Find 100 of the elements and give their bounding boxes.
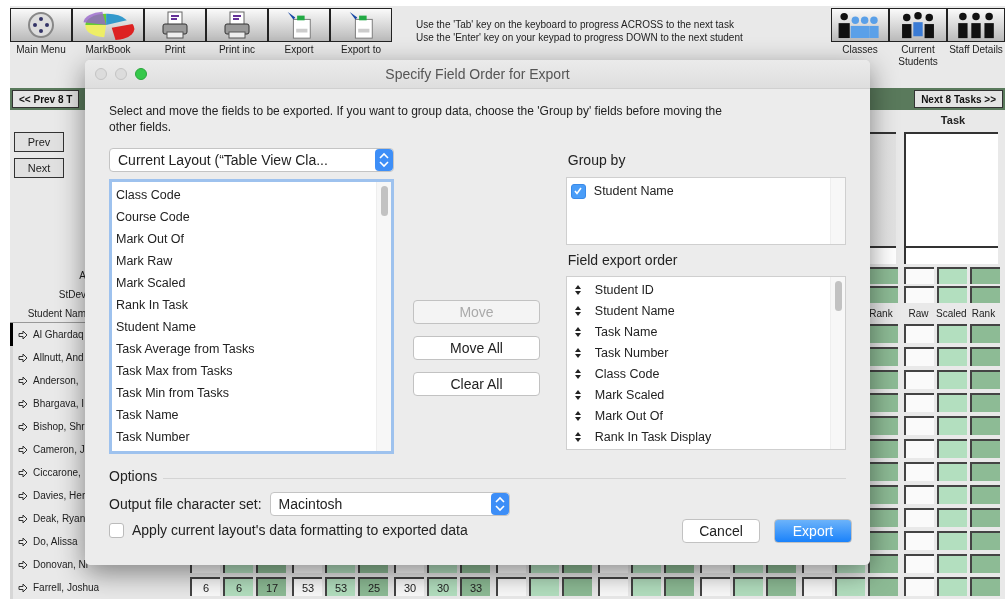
mark-cell[interactable] bbox=[970, 531, 1000, 550]
mark-cell[interactable]: 30 bbox=[394, 577, 424, 596]
reorder-handle-icon[interactable] bbox=[574, 305, 581, 316]
mark-cell[interactable] bbox=[529, 577, 559, 596]
field-list-item[interactable]: Mark Raw bbox=[116, 250, 373, 272]
mark-cell[interactable] bbox=[868, 531, 898, 550]
field-list-item[interactable]: Class Code bbox=[116, 184, 373, 206]
move-button[interactable]: Clear All bbox=[413, 372, 540, 396]
field-list-item[interactable]: Task Min from Tasks bbox=[116, 382, 373, 404]
mark-cell[interactable] bbox=[562, 577, 592, 596]
mark-cell[interactable] bbox=[970, 554, 1000, 573]
mark-cell[interactable] bbox=[937, 462, 967, 481]
mark-cell[interactable] bbox=[904, 577, 934, 596]
nav-button[interactable]: Next bbox=[14, 158, 64, 178]
mark-cell[interactable] bbox=[970, 324, 1000, 343]
toolbar-button[interactable] bbox=[206, 8, 268, 42]
mark-cell[interactable] bbox=[631, 577, 661, 596]
mark-cell[interactable] bbox=[868, 462, 898, 481]
mark-cell[interactable] bbox=[835, 577, 865, 596]
move-button[interactable]: Move All bbox=[413, 336, 540, 360]
mark-cell[interactable] bbox=[868, 370, 898, 389]
mark-cell[interactable] bbox=[937, 531, 967, 550]
mark-cell[interactable] bbox=[937, 554, 967, 573]
toolbar-button[interactable] bbox=[144, 8, 206, 42]
toolbar-button[interactable] bbox=[72, 8, 144, 42]
mark-cell[interactable] bbox=[937, 324, 967, 343]
mark-cell[interactable] bbox=[937, 347, 967, 366]
mark-cell[interactable] bbox=[904, 485, 934, 504]
mark-cell[interactable] bbox=[970, 577, 1000, 596]
mark-cell[interactable] bbox=[970, 439, 1000, 458]
mark-cell[interactable] bbox=[868, 508, 898, 527]
reorder-handle-icon[interactable] bbox=[574, 284, 581, 295]
field-list-item[interactable]: Course Code bbox=[116, 206, 373, 228]
export-field-item[interactable]: Mark Scaled bbox=[594, 387, 665, 402]
mark-cell[interactable]: 53 bbox=[325, 577, 355, 596]
field-list-item[interactable]: Task Name bbox=[116, 404, 373, 426]
field-list-item[interactable]: Mark Scaled bbox=[116, 272, 373, 294]
toolbar-button[interactable] bbox=[330, 8, 392, 42]
mark-cell[interactable] bbox=[868, 347, 898, 366]
mark-cell[interactable] bbox=[733, 577, 763, 596]
mark-cell[interactable] bbox=[970, 370, 1000, 389]
toolbar-button[interactable] bbox=[268, 8, 330, 42]
mark-cell[interactable]: 17 bbox=[256, 577, 286, 596]
mark-cell[interactable] bbox=[904, 393, 934, 412]
mark-cell[interactable] bbox=[868, 554, 898, 573]
task-sub-box[interactable] bbox=[904, 246, 998, 264]
mark-cell[interactable] bbox=[904, 462, 934, 481]
toolbar-button[interactable] bbox=[831, 8, 889, 42]
mark-cell[interactable] bbox=[664, 577, 694, 596]
mark-cell[interactable] bbox=[904, 554, 934, 573]
reorder-handle-icon[interactable] bbox=[574, 410, 581, 421]
mark-cell[interactable] bbox=[868, 577, 898, 596]
student-name[interactable]: Anderson, bbox=[33, 375, 79, 386]
reorder-handle-icon[interactable] bbox=[574, 326, 581, 337]
mark-cell[interactable] bbox=[766, 577, 796, 596]
export-field-item[interactable]: Class Code bbox=[594, 366, 660, 381]
student-name[interactable]: Al Ghardaq bbox=[33, 329, 84, 340]
mark-cell[interactable] bbox=[937, 577, 967, 596]
student-name[interactable]: Do, Alissa bbox=[33, 536, 78, 547]
mark-cell[interactable]: 6 bbox=[223, 577, 253, 596]
field-list-item[interactable]: Rank In Task bbox=[116, 294, 373, 316]
field-list-item[interactable]: Task Max from Tasks bbox=[116, 360, 373, 382]
mark-cell[interactable] bbox=[970, 508, 1000, 527]
student-name[interactable]: Deak, Ryan bbox=[33, 513, 86, 524]
export-field-item[interactable]: Student ID bbox=[594, 282, 654, 297]
student-name[interactable]: Davies, Her bbox=[33, 490, 86, 501]
reorder-handle-icon[interactable] bbox=[574, 431, 581, 442]
nav-button[interactable]: Prev bbox=[14, 132, 64, 152]
mark-cell[interactable]: 25 bbox=[358, 577, 388, 596]
mark-cell[interactable] bbox=[970, 485, 1000, 504]
layout-dropdown[interactable]: Current Layout (“Table View Cla... bbox=[109, 148, 395, 172]
mark-cell[interactable] bbox=[868, 485, 898, 504]
reorder-handle-icon[interactable] bbox=[574, 389, 581, 400]
scrollbar[interactable] bbox=[830, 178, 845, 244]
mark-cell[interactable] bbox=[970, 393, 1000, 412]
scrollbar[interactable] bbox=[376, 182, 392, 451]
mark-cell[interactable]: 53 bbox=[292, 577, 322, 596]
mark-cell[interactable] bbox=[937, 508, 967, 527]
mark-cell[interactable] bbox=[904, 370, 934, 389]
export-field-item[interactable]: Mark Out Of bbox=[594, 408, 663, 423]
mark-cell[interactable] bbox=[904, 347, 934, 366]
mark-cell[interactable] bbox=[598, 577, 628, 596]
checkbox[interactable] bbox=[570, 183, 586, 199]
mark-cell[interactable] bbox=[937, 393, 967, 412]
mark-cell[interactable] bbox=[937, 370, 967, 389]
mark-cell[interactable] bbox=[904, 531, 934, 550]
mark-cell[interactable] bbox=[868, 393, 898, 412]
scrollbar[interactable] bbox=[830, 277, 845, 449]
student-name[interactable]: Bishop, Shr bbox=[33, 421, 85, 432]
toolbar-button[interactable] bbox=[10, 8, 72, 42]
toolbar-button[interactable] bbox=[889, 8, 947, 42]
field-list-item[interactable]: Task Average from Tasks bbox=[116, 338, 373, 360]
mark-cell[interactable] bbox=[937, 416, 967, 435]
mark-cell[interactable] bbox=[970, 462, 1000, 481]
reorder-handle-icon[interactable] bbox=[574, 347, 581, 358]
toolbar-button[interactable] bbox=[947, 8, 1005, 42]
mark-cell[interactable] bbox=[700, 577, 730, 596]
mark-cell[interactable] bbox=[868, 439, 898, 458]
field-list-item[interactable]: Task Number bbox=[116, 426, 373, 448]
next-tasks-button[interactable]: Next 8 Tasks >> bbox=[914, 90, 1003, 108]
